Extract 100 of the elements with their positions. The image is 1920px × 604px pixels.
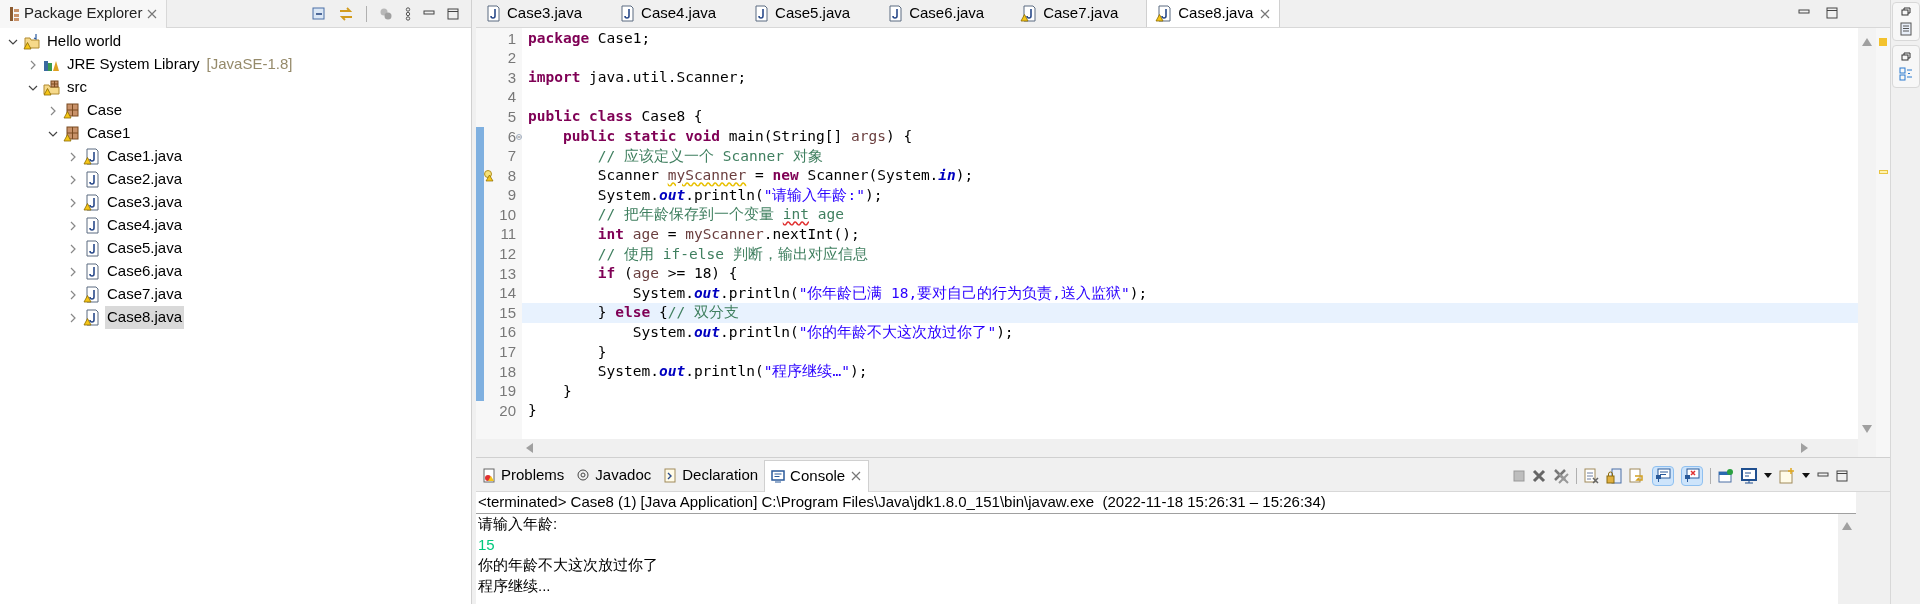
dropdown-caret-icon[interactable]	[1764, 473, 1772, 478]
package-explorer-icon	[8, 5, 20, 22]
editor-tab[interactable]: Case7.java	[1012, 0, 1147, 27]
code-line: }	[596, 343, 607, 360]
chevron-right-icon[interactable]	[48, 105, 58, 116]
code-line: import java.util.Scanner;	[528, 69, 747, 86]
tree-item[interactable]: Case1	[85, 122, 133, 145]
remove-all-icon[interactable]	[1553, 467, 1569, 484]
editor-tab[interactable]: Case3.java	[476, 0, 611, 27]
line-number: 11	[499, 224, 516, 245]
line-number: 4	[506, 87, 516, 108]
chevron-right-icon[interactable]	[68, 312, 78, 323]
close-icon[interactable]	[850, 470, 863, 482]
scroll-left-icon[interactable]	[526, 443, 534, 453]
vertical-scrollbar[interactable]	[1838, 514, 1856, 604]
chevron-right-icon[interactable]	[28, 59, 38, 70]
panel-tab[interactable]: Javadoc	[570, 459, 658, 492]
tree-item[interactable]: Case5.java	[105, 237, 185, 260]
outline-icon[interactable]	[1898, 67, 1913, 81]
line-number: 10	[498, 204, 516, 225]
chevron-right-icon[interactable]	[68, 266, 78, 277]
panel-tab[interactable]: Console	[764, 459, 870, 492]
line-number: 13	[498, 263, 516, 284]
chevron-right-icon[interactable]	[68, 151, 78, 162]
editor-tab[interactable]: Case8.java	[1146, 0, 1281, 27]
lightbulb-warning-icon[interactable]	[484, 169, 494, 182]
line-number: 15	[498, 302, 516, 323]
code-line: } else {// 双分支	[596, 304, 739, 321]
show-on-output-toggle[interactable]	[1652, 465, 1674, 486]
monitor-icon	[771, 468, 786, 484]
word-wrap-icon[interactable]	[1629, 467, 1645, 484]
line-number: 17	[498, 342, 516, 363]
console-line: 程序继续...	[478, 575, 552, 596]
collapse-all-icon[interactable]	[312, 6, 326, 21]
scroll-lock-icon[interactable]	[1606, 467, 1622, 484]
display-console-icon[interactable]	[1741, 467, 1757, 484]
panel-tab[interactable]: Declaration	[657, 459, 765, 492]
chevron-right-icon[interactable]	[68, 174, 78, 185]
maximize-icon[interactable]	[1826, 7, 1838, 19]
view-menu-icon[interactable]	[405, 6, 411, 21]
line-number: 5	[506, 106, 516, 127]
restore-icon[interactable]	[1900, 7, 1911, 16]
console-line: 你的年龄不大这次放过你了	[478, 555, 659, 575]
code-line: package Case1;	[528, 30, 651, 46]
tree-item[interactable]: Case3.java	[105, 191, 185, 214]
warning-marker[interactable]	[1878, 170, 1888, 174]
monitor-error-icon	[1684, 468, 1700, 483]
chevron-right-icon[interactable]	[68, 197, 78, 208]
scroll-right-icon[interactable]	[1800, 443, 1808, 453]
document-icon[interactable]	[1899, 22, 1912, 36]
scroll-down-icon[interactable]	[1862, 425, 1872, 433]
pin-icon[interactable]	[1718, 467, 1734, 484]
tree-item[interactable]: Case6.java	[105, 260, 185, 283]
chevron-right-icon[interactable]	[68, 289, 78, 300]
code-line: int age = myScanner.nextInt();	[596, 225, 860, 242]
tree-item-decoration: [JavaSE-1.8]	[206, 54, 293, 75]
chevron-right-icon[interactable]	[68, 243, 78, 254]
tree-item[interactable]: Case2.java	[105, 168, 185, 191]
code-line: // 使用 if-else 判断，输出对应信息	[596, 245, 868, 262]
editor-tab[interactable]: Case4.java	[610, 0, 745, 27]
monitor-icon	[1655, 468, 1671, 483]
stop-icon[interactable]	[1513, 469, 1525, 482]
show-on-error-toggle[interactable]	[1681, 465, 1703, 486]
console-line: 请输入年龄:	[478, 514, 559, 534]
editor-tab[interactable]: Case6.java	[878, 0, 1013, 27]
line-number: 1	[506, 28, 516, 49]
tree-item[interactable]: Case1.java	[105, 145, 185, 168]
code-line: System.out.println("你年龄已满 18,要对自己的行为负责,送入监狱");	[631, 284, 1148, 301]
maximize-icon[interactable]	[1836, 469, 1848, 482]
code-line: System.out.println("程序继续…");	[596, 363, 868, 380]
filter-icon[interactable]	[379, 6, 393, 21]
panel-tab[interactable]: Problems	[476, 459, 571, 492]
chevron-right-icon[interactable]	[68, 220, 78, 231]
close-icon[interactable]	[146, 7, 159, 20]
tree-item[interactable]: Case4.java	[105, 214, 185, 237]
line-number: 6	[506, 126, 516, 147]
dropdown-caret-icon[interactable]	[1802, 473, 1810, 478]
clear-console-icon[interactable]	[1584, 467, 1599, 484]
maximize-icon[interactable]	[447, 7, 459, 20]
tree-item[interactable]: Case	[85, 99, 125, 122]
line-number: 3	[506, 67, 516, 88]
scroll-up-icon[interactable]	[1862, 38, 1872, 46]
tree-item[interactable]: src	[65, 76, 89, 99]
close-icon[interactable]	[1259, 7, 1272, 20]
editor-tab[interactable]: Case5.java	[744, 0, 879, 27]
code-line: if (age >= 18) {	[596, 265, 738, 282]
close-icon[interactable]	[1532, 468, 1546, 483]
scroll-up-icon[interactable]	[1842, 522, 1852, 530]
tree-item[interactable]: JRE System Library	[65, 53, 202, 76]
new-console-icon[interactable]	[1779, 467, 1795, 484]
code-line: System.out.println("请输入年龄:");	[596, 186, 883, 203]
line-number: 7	[506, 146, 516, 167]
tree-item[interactable]: Case8.java	[105, 306, 185, 329]
tree-item[interactable]: Case7.java	[105, 283, 185, 306]
line-number: 19	[498, 381, 516, 402]
link-editor-icon[interactable]	[338, 6, 354, 21]
restore-icon[interactable]	[1900, 52, 1911, 61]
line-number: 18	[498, 361, 516, 382]
problems-icon	[482, 468, 496, 483]
tree-item[interactable]: Hello world	[45, 30, 124, 53]
